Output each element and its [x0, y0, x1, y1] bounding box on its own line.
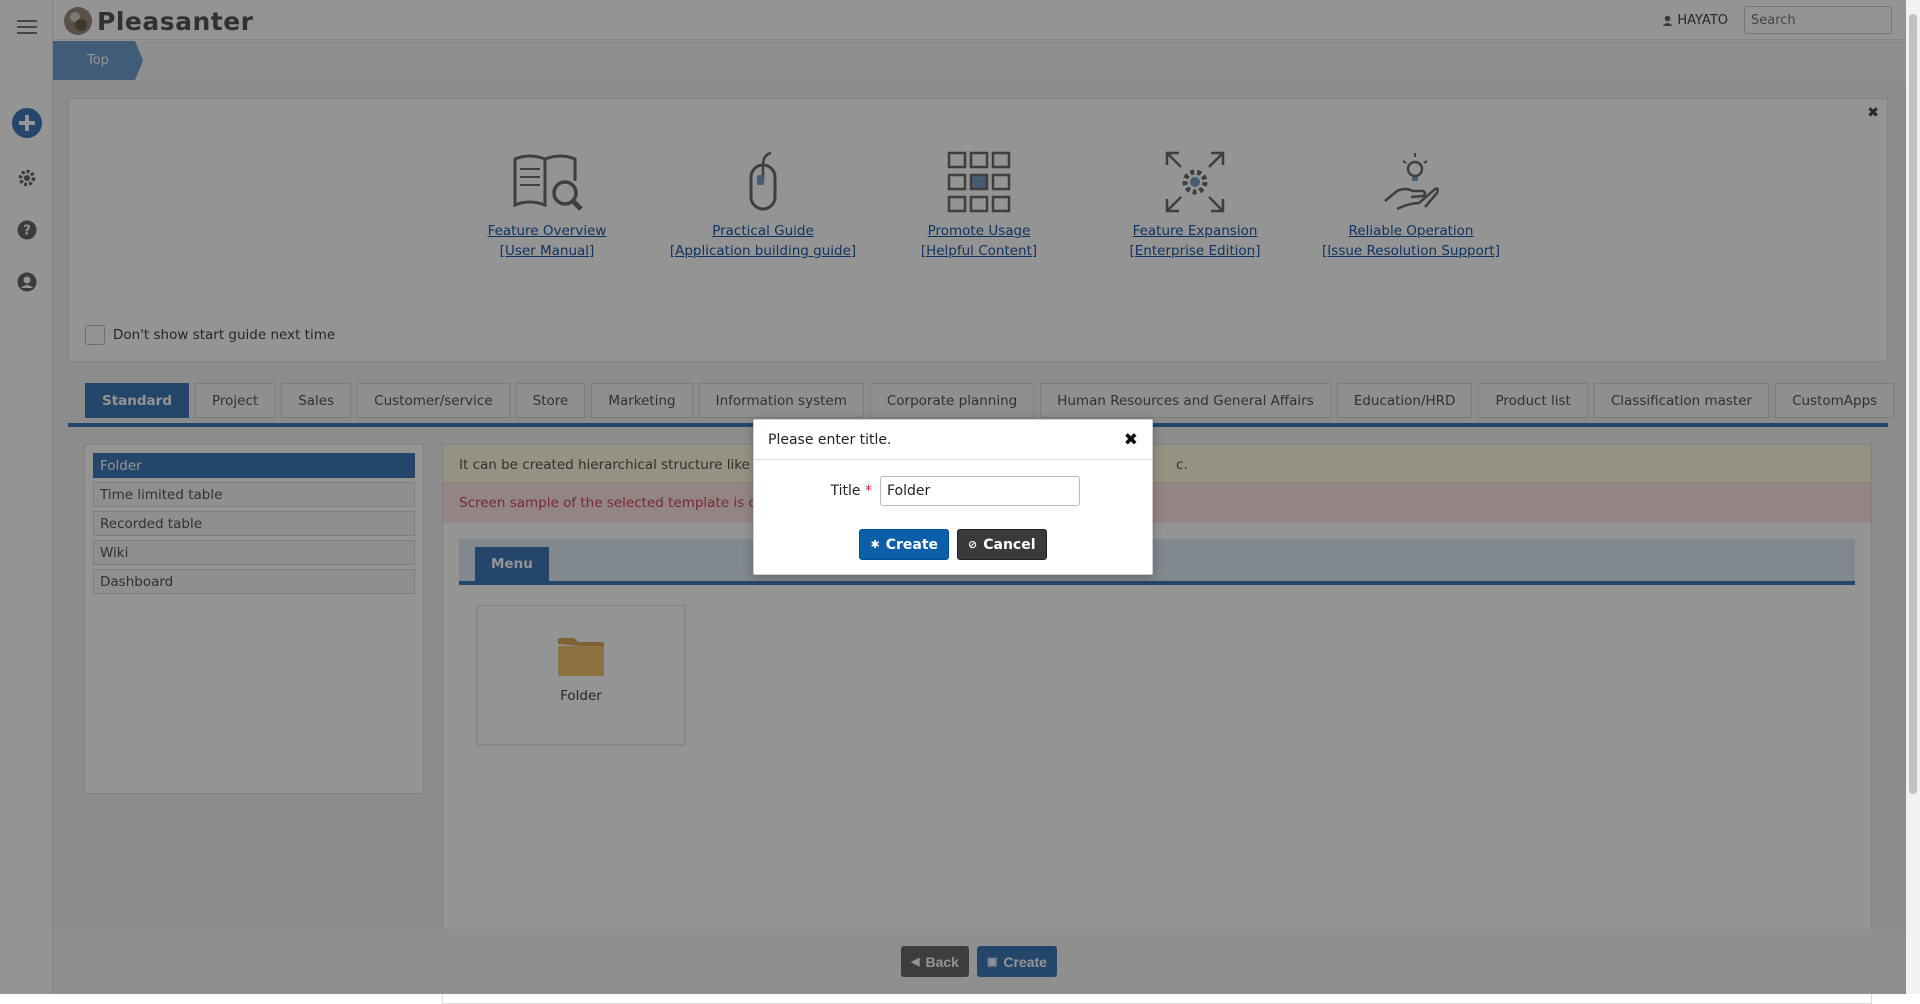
dialog-actions: ✱ Create ⊘ Cancel — [754, 529, 1152, 560]
scrollbar[interactable] — [1906, 0, 1920, 994]
cancel-button[interactable]: ⊘ Cancel — [957, 529, 1047, 560]
cancel-icon: ⊘ — [968, 538, 978, 551]
close-icon[interactable]: ✖ — [1124, 430, 1138, 450]
gear-icon: ✱ — [870, 538, 880, 551]
cancel-label: Cancel — [983, 536, 1036, 553]
title-field-row: Title * — [754, 476, 1152, 506]
scrollbar-thumb[interactable] — [1909, 14, 1917, 794]
create-label: Create — [885, 536, 939, 553]
title-label: Title * — [754, 483, 880, 499]
title-input[interactable] — [880, 476, 1080, 506]
required-mark: * — [865, 483, 872, 499]
dialog-header: Please enter title. ✖ — [754, 420, 1152, 460]
create-button[interactable]: ✱ Create — [859, 529, 950, 560]
dialog-title: Please enter title. — [768, 431, 892, 448]
title-dialog: Please enter title. ✖ Title * ✱ Create ⊘… — [753, 419, 1153, 575]
title-label-text: Title — [830, 483, 861, 499]
